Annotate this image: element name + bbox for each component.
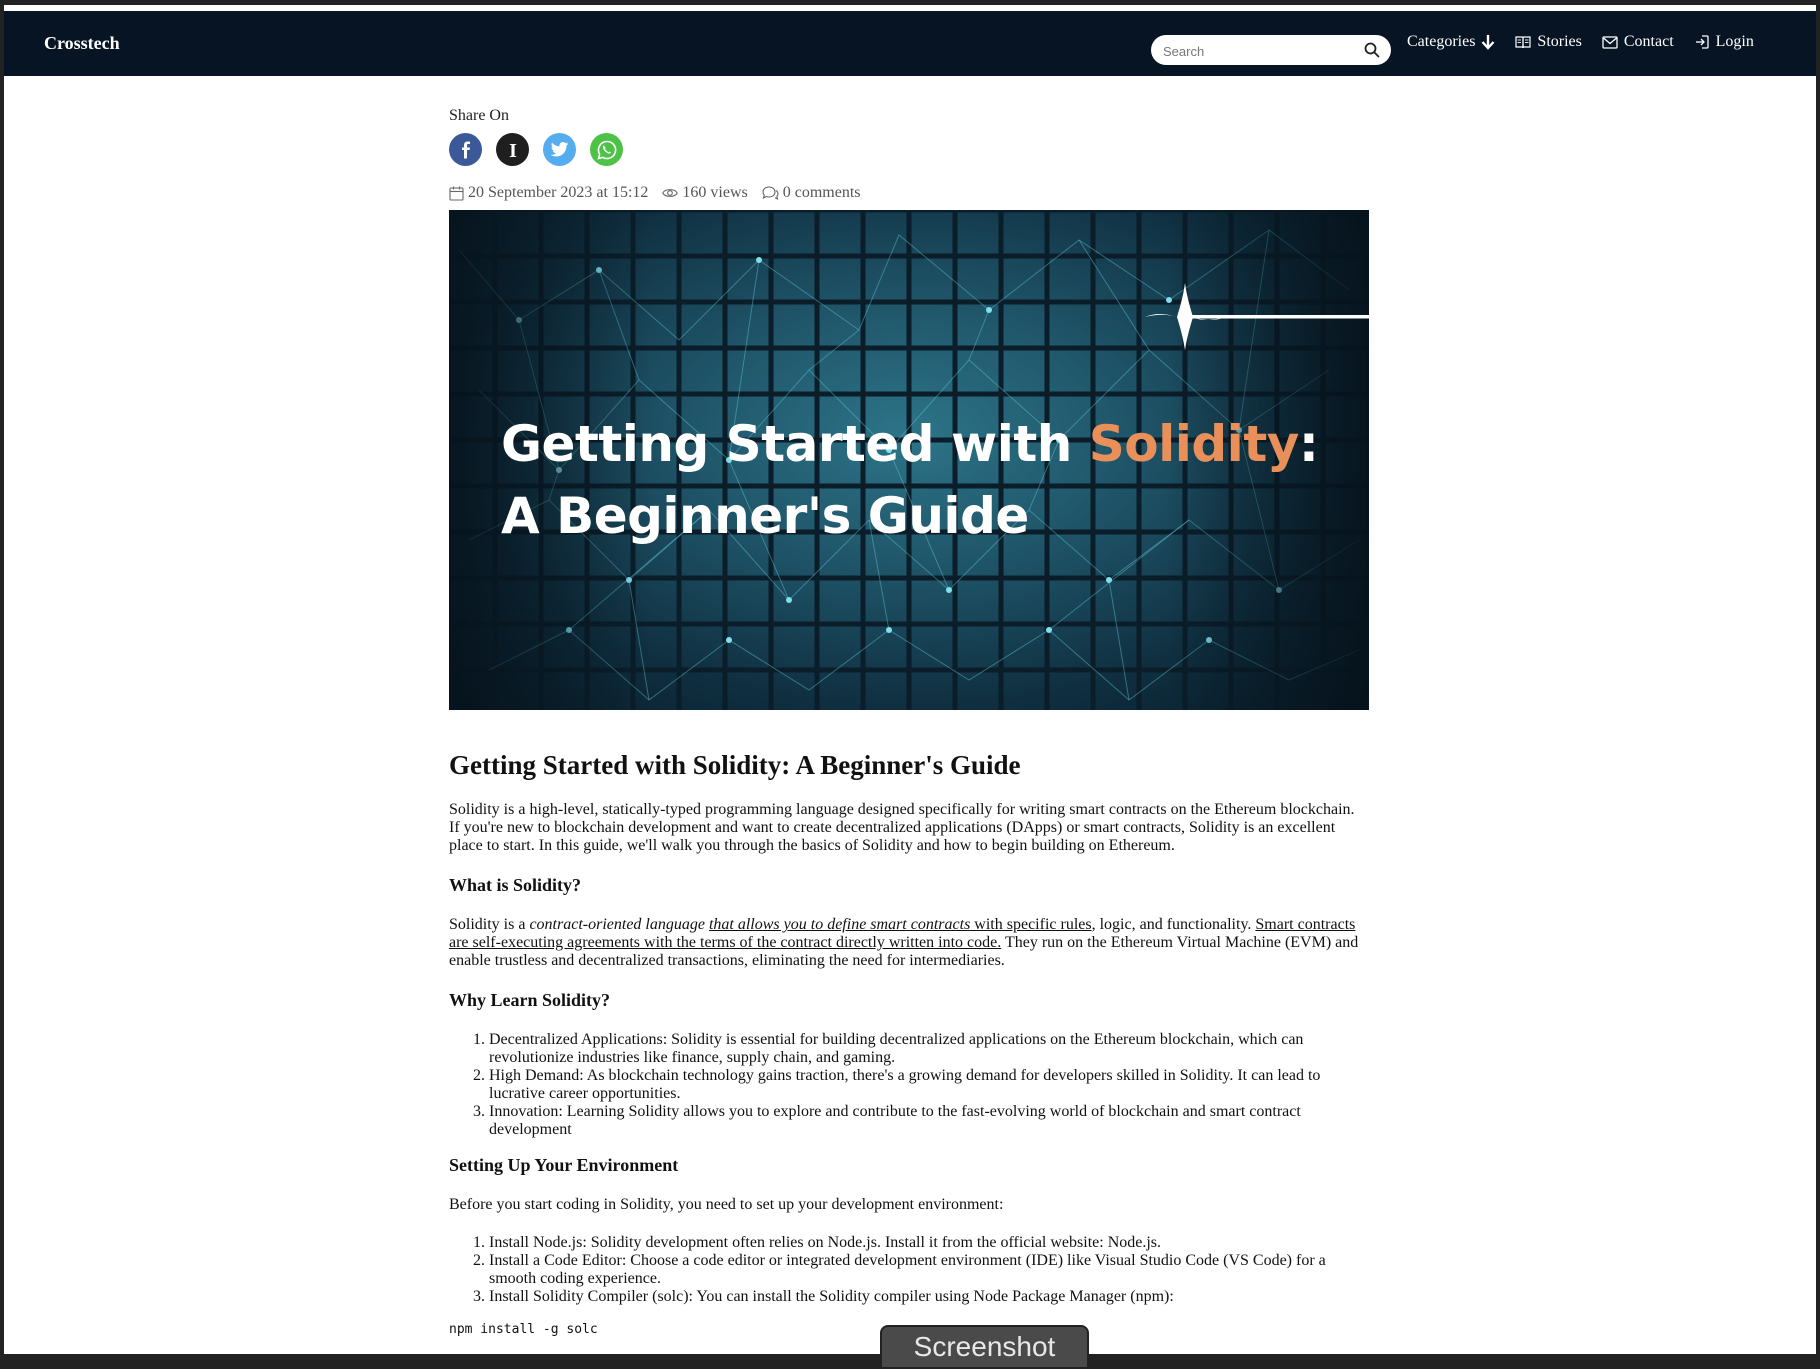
arrow-down-icon [1482, 35, 1495, 50]
why-list: Decentralized Applications: Solidity is … [449, 1031, 1369, 1139]
facebook-share-button[interactable] [449, 133, 482, 166]
setup-intro: Before you start coding in Solidity, you… [449, 1196, 1004, 1213]
section-heading-what: What is Solidity? [449, 875, 582, 895]
twitter-bird-icon [550, 142, 569, 157]
brand-logo[interactable]: Crosstech [44, 33, 120, 54]
what-underlined-1: with specific rules [970, 916, 1092, 933]
hero-image: Getting Started with Solidity: A Beginne… [449, 210, 1369, 710]
meta-views: 160 views [662, 184, 748, 202]
nav-login-label: Login [1715, 33, 1754, 50]
what-emphasis: contract-oriented language [529, 916, 709, 933]
hero-title-accent: Solidity [1088, 415, 1300, 473]
meta-comments-text: 0 comments [782, 184, 861, 201]
book-icon [1515, 36, 1532, 49]
meta-date-text: 20 September 2023 at 15:12 [468, 184, 649, 201]
whatsapp-icon [596, 140, 616, 160]
share-buttons: I [449, 133, 1369, 166]
nav-login[interactable]: Login [1694, 33, 1754, 51]
login-icon [1695, 35, 1709, 49]
what-text-2: , logic, and functionality. [1091, 916, 1256, 933]
list-item: Install a Code Editor: Choose a code edi… [489, 1252, 1369, 1288]
screenshot-button[interactable]: Screenshot [880, 1325, 1089, 1369]
meta-date: 20 September 2023 at 15:12 [449, 184, 648, 202]
what-text-1: Solidity is a [449, 916, 530, 933]
list-item: Innovation: Learning Solidity allows you… [489, 1103, 1369, 1139]
eye-icon [662, 189, 679, 197]
search-input[interactable] [1161, 40, 1355, 62]
meta-comments[interactable]: 0 comments [762, 184, 861, 202]
share-label: Share On [449, 107, 509, 124]
nav-contact-label: Contact [1623, 33, 1674, 50]
list-item: Install Node.js: Solidity development of… [489, 1234, 1369, 1252]
nav-categories-label: Categories [1407, 33, 1476, 50]
nav-stories[interactable]: Stories [1515, 33, 1582, 51]
nav-contact[interactable]: Contact [1602, 33, 1674, 51]
section-heading-setup: Setting Up Your Environment [449, 1155, 679, 1175]
article-meta: 20 September 2023 at 15:12 160 views 0 c… [449, 184, 1369, 202]
hero-title-line2: A Beginner's Guide [501, 487, 1029, 545]
search-box [1151, 35, 1391, 65]
instapaper-share-button[interactable]: I [496, 133, 529, 166]
comments-icon [762, 186, 779, 200]
whatsapp-share-button[interactable] [590, 133, 623, 166]
top-navbar: Crosstech Categories [4, 11, 1816, 76]
nav-stories-label: Stories [1537, 33, 1582, 50]
nav-links: Categories Stories Contact Login [1407, 33, 1754, 51]
setup-list: Install Node.js: Solidity development of… [449, 1234, 1369, 1306]
article-intro: Solidity is a high-level, statically-typ… [449, 801, 1355, 854]
svg-text:I: I [509, 140, 517, 160]
calendar-icon [449, 186, 464, 201]
twitter-share-button[interactable] [543, 133, 576, 166]
browser-viewport: Crosstech Categories [4, 5, 1816, 1354]
hero-title: Getting Started with Solidity: A Beginne… [501, 408, 1319, 552]
search-icon[interactable] [1363, 41, 1381, 59]
article-container: Share On I 20 September 2023 at 15:12 16… [449, 107, 1369, 1337]
meta-views-text: 160 views [682, 184, 748, 201]
nav-categories[interactable]: Categories [1407, 33, 1495, 51]
list-item: Install Solidity Compiler (solc): You ca… [489, 1288, 1369, 1306]
list-item: High Demand: As blockchain technology ga… [489, 1067, 1369, 1103]
hero-title-line1: Getting Started with Solidity: [501, 408, 1319, 480]
facebook-icon [461, 141, 470, 158]
what-paragraph: Solidity is a contract-oriented language… [449, 916, 1369, 970]
section-heading-why: Why Learn Solidity? [449, 990, 611, 1010]
article-title: Getting Started with Solidity: A Beginne… [449, 750, 1021, 780]
instapaper-icon: I [509, 140, 517, 160]
list-item: Decentralized Applications: Solidity is … [489, 1031, 1369, 1067]
envelope-icon [1602, 35, 1618, 49]
what-emphasis-underlined: that allows you to define smart contract… [708, 916, 971, 933]
hero-title-colon: : [1298, 415, 1319, 473]
hero-title-line1-text: Getting Started with [501, 415, 1089, 473]
